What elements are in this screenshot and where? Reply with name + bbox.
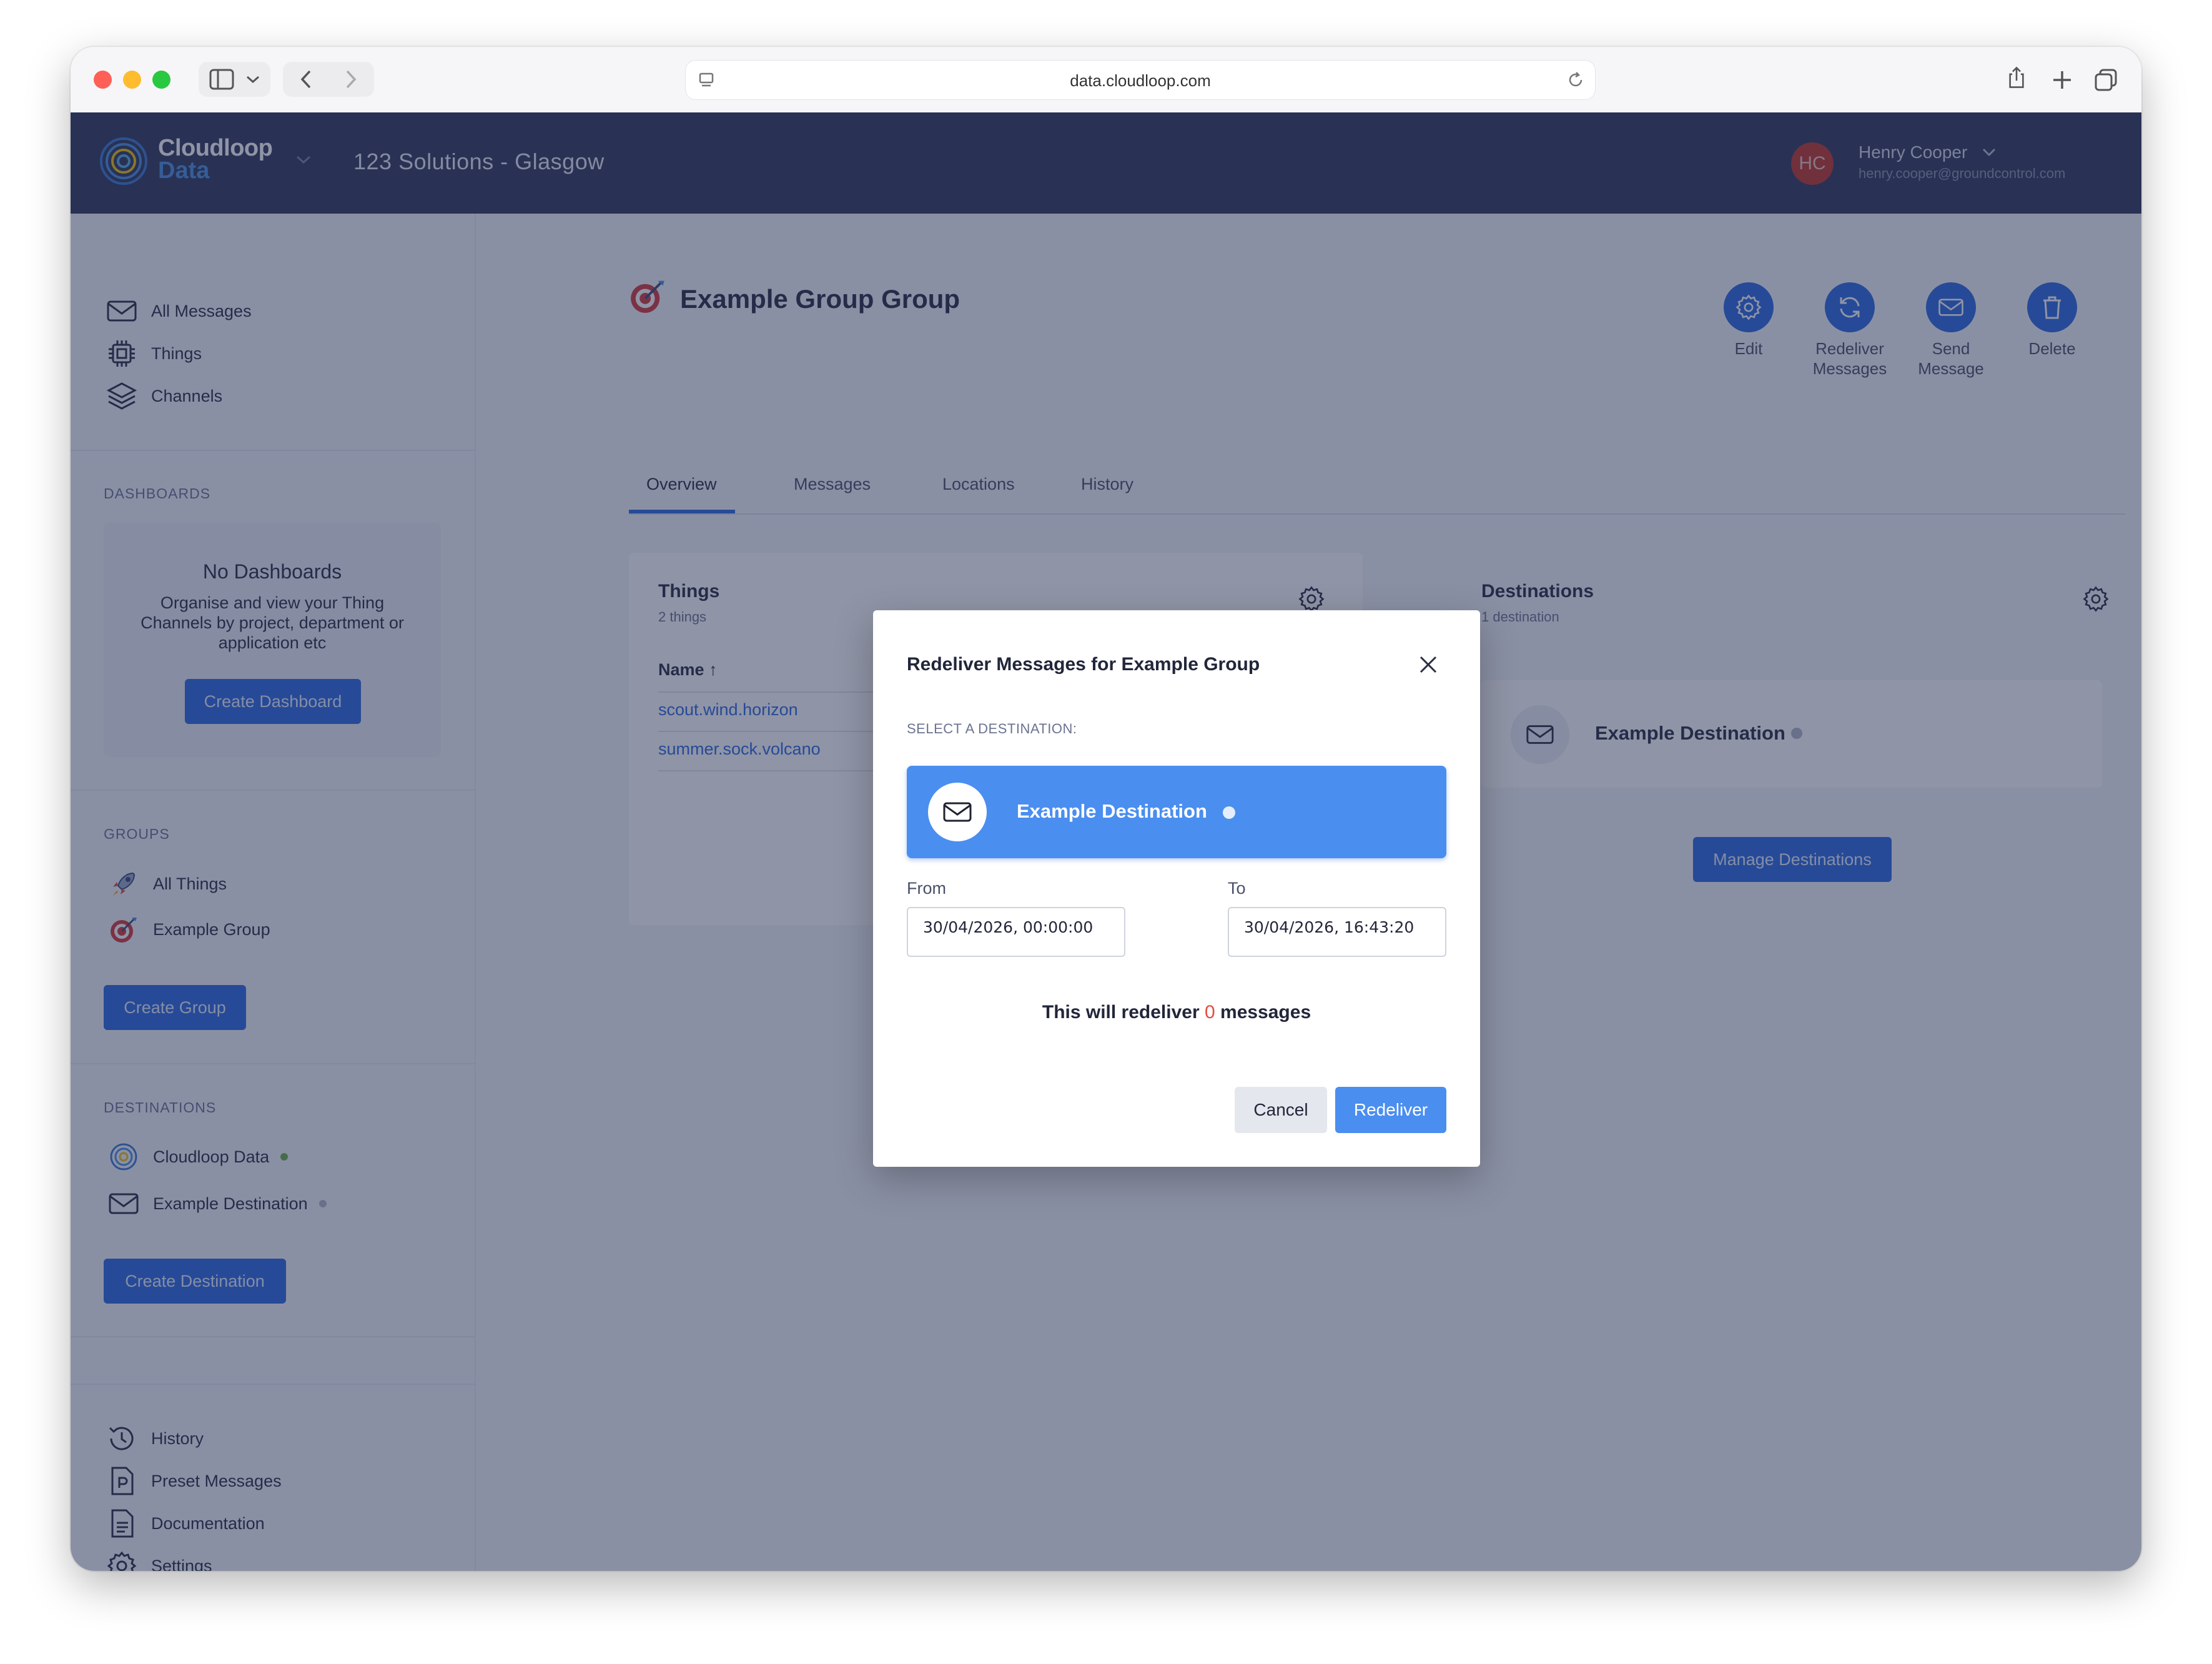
browser-toolbar: data.cloudloop.com bbox=[71, 47, 2141, 114]
to-label: To bbox=[1228, 879, 1246, 898]
envelope-icon bbox=[943, 802, 972, 822]
from-date-field[interactable]: 30/04/2026, 00:00:00 bbox=[907, 907, 1125, 957]
back-arrow-icon[interactable] bbox=[299, 69, 314, 90]
reload-icon[interactable] bbox=[1566, 71, 1585, 89]
sidebar-icon bbox=[209, 69, 234, 90]
summary-prefix: This will redeliver bbox=[1042, 1002, 1200, 1023]
new-tab-icon[interactable] bbox=[2050, 68, 2074, 92]
close-icon[interactable] bbox=[1418, 654, 1439, 675]
address-bar[interactable]: data.cloudloop.com bbox=[686, 61, 1595, 99]
destination-option-name: Example Destination bbox=[1017, 800, 1207, 822]
redeliver-button[interactable]: Redeliver bbox=[1335, 1087, 1446, 1133]
tab-overview-icon[interactable] bbox=[2094, 68, 2118, 92]
forward-arrow-icon[interactable] bbox=[343, 69, 358, 90]
share-icon[interactable] bbox=[2005, 66, 2028, 89]
modal-title: Redeliver Messages for Example Group bbox=[907, 654, 1260, 675]
minimize-window-button[interactable] bbox=[123, 71, 141, 89]
history-nav bbox=[283, 62, 374, 97]
redeliver-summary: This will redeliver 0 messages bbox=[873, 1002, 1480, 1023]
summary-suffix: messages bbox=[1220, 1002, 1311, 1023]
cancel-button[interactable]: Cancel bbox=[1235, 1087, 1327, 1133]
destination-option-selected[interactable]: Example Destination bbox=[907, 766, 1446, 858]
redeliver-modal: Redeliver Messages for Example Group SEL… bbox=[873, 610, 1480, 1167]
zoom-window-button[interactable] bbox=[152, 71, 170, 89]
destination-icon-circle bbox=[928, 783, 987, 841]
sidebar-toggle-button[interactable] bbox=[199, 62, 270, 97]
url-text: data.cloudloop.com bbox=[1070, 71, 1211, 90]
select-destination-label: SELECT A DESTINATION: bbox=[907, 721, 1077, 736]
status-dot bbox=[1223, 806, 1235, 819]
from-label: From bbox=[907, 879, 946, 898]
browser-window: data.cloudloop.com Cloudloop Data 123 So… bbox=[71, 47, 2141, 1571]
to-date-field[interactable]: 30/04/2026, 16:43:20 bbox=[1228, 907, 1446, 957]
message-count: 0 bbox=[1204, 1002, 1215, 1023]
close-window-button[interactable] bbox=[94, 71, 112, 89]
chevron-down-icon bbox=[246, 76, 259, 84]
